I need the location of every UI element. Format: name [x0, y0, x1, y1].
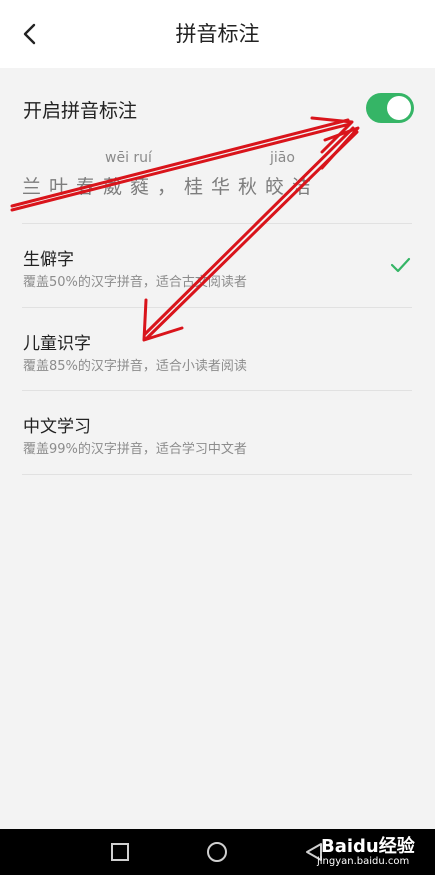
checkmark-icon: [390, 257, 411, 273]
option-title: 中文学习: [23, 417, 91, 437]
page-title: 拼音标注: [175, 22, 260, 46]
pinyin-annotation-2: jiāo: [270, 150, 295, 166]
option-description: 覆盖99%的汉字拼音，适合学习中文者: [23, 442, 247, 457]
option-description: 覆盖85%的汉字拼音，适合小读者阅读: [23, 359, 247, 374]
watermark-url: jingyan.baidu.com: [317, 856, 410, 867]
divider: [22, 307, 412, 308]
pinyin-toggle-switch[interactable]: [366, 93, 414, 123]
square-icon[interactable]: [108, 840, 132, 864]
pinyin-preview: wēi ruí jiāo 兰叶春葳蕤，桂华秋皎洁: [0, 150, 435, 222]
pinyin-annotation-1: wēi ruí: [105, 150, 152, 166]
circle-icon[interactable]: [205, 840, 229, 864]
divider: [22, 223, 412, 224]
divider: [22, 474, 412, 475]
pinyin-toggle-row: 开启拼音标注: [0, 68, 435, 150]
option-rare-characters[interactable]: 生僻字 覆盖50%的汉字拼音，适合古文阅读者: [0, 223, 435, 306]
option-description: 覆盖50%的汉字拼音，适合古文阅读者: [23, 275, 247, 290]
baidu-watermark: Baidu经验 jingyan.baidu.com: [317, 832, 429, 872]
option-title: 儿童识字: [23, 334, 91, 354]
toggle-label: 开启拼音标注: [23, 100, 138, 122]
option-children-literacy[interactable]: 儿童识字 覆盖85%的汉字拼音，适合小读者阅读: [0, 307, 435, 390]
divider: [22, 390, 412, 391]
app-header: 拼音标注: [0, 0, 435, 68]
preview-text: 兰叶春葳蕤，桂华秋皎洁: [22, 176, 320, 198]
watermark-brand: Baidu经验: [321, 836, 415, 857]
switch-knob: [387, 96, 411, 120]
option-title: 生僻字: [23, 250, 74, 270]
option-chinese-learning[interactable]: 中文学习 覆盖99%的汉字拼音，适合学习中文者: [0, 390, 435, 473]
